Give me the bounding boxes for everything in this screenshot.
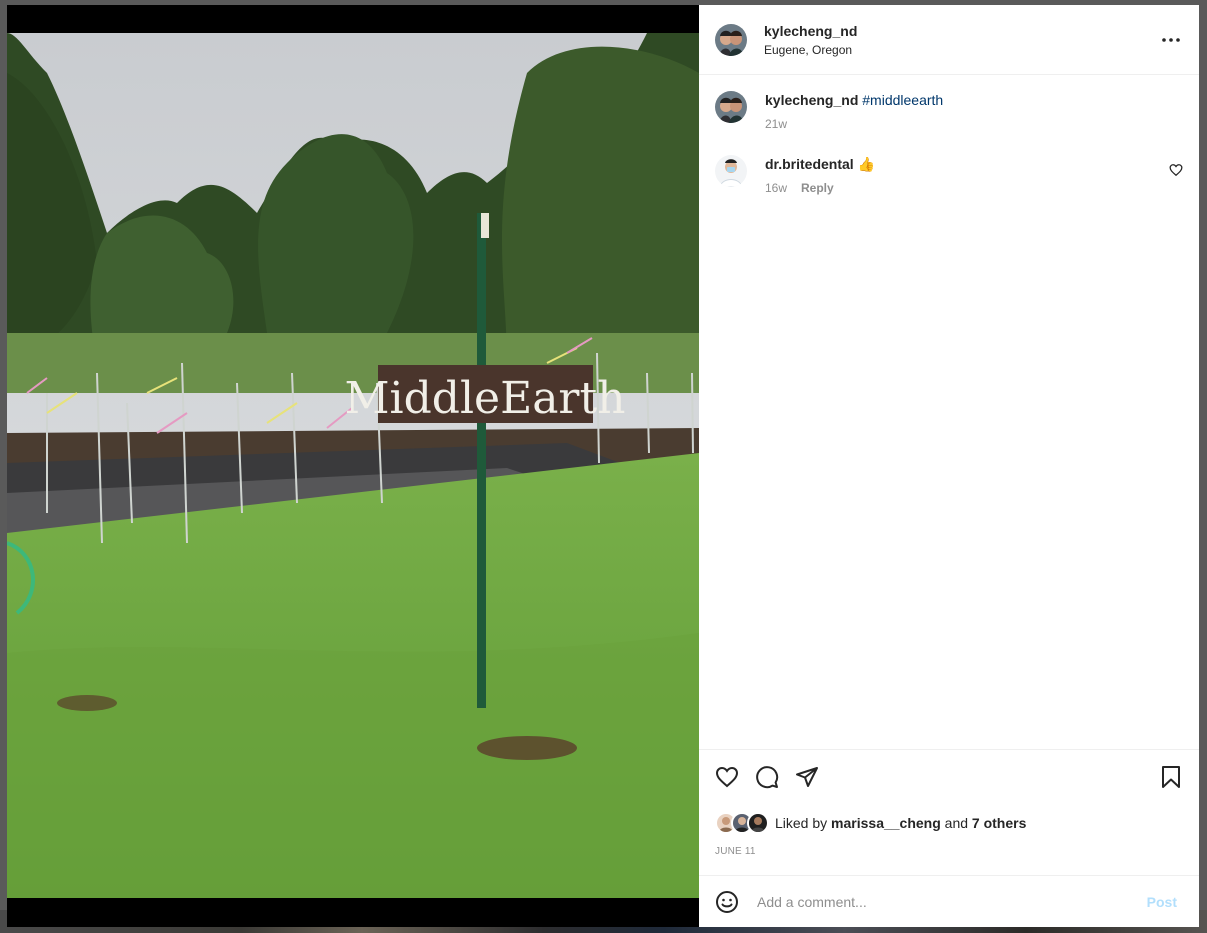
post-header: kylecheng_nd Eugene, Oregon — [699, 5, 1199, 75]
liker-avatars[interactable] — [715, 812, 769, 834]
heart-icon[interactable] — [715, 765, 739, 789]
post-actions-section: Liked by marissa__cheng and 7 others JUN… — [699, 749, 1199, 875]
comment-username[interactable]: kylecheng_nd — [765, 92, 858, 108]
comments-list: kylecheng_nd #middleearth 21w dr.britede… — [699, 75, 1199, 749]
sign-text: MiddleEarth — [345, 373, 626, 424]
more-options-icon[interactable] — [1159, 28, 1183, 52]
post-comment-button[interactable]: Post — [1141, 893, 1183, 911]
hashtag-link[interactable]: #middleearth — [862, 92, 943, 108]
comment-time[interactable]: 21w — [765, 117, 787, 131]
comment-time[interactable]: 16w — [765, 181, 787, 195]
post-modal: MiddleEarth kylecheng_nd Eugene, Oregon … — [7, 5, 1199, 927]
action-bar — [715, 750, 1183, 804]
liker-avatar — [747, 812, 769, 834]
reply-button[interactable]: Reply — [801, 181, 834, 195]
liker-username[interactable]: marissa__cheng — [831, 815, 941, 831]
post-details-panel: kylecheng_nd Eugene, Oregon kylecheng_nd… — [699, 5, 1199, 927]
likes-prefix: Liked by — [775, 815, 828, 831]
author-username[interactable]: kylecheng_nd — [764, 23, 857, 39]
share-icon[interactable] — [795, 765, 819, 789]
comment-input[interactable] — [755, 892, 1141, 911]
comment-text: 👍 — [857, 156, 876, 172]
comment-composer: Post — [699, 875, 1199, 927]
likes-others-link[interactable]: 7 others — [972, 815, 1026, 831]
comment-username[interactable]: dr.britedental — [765, 156, 854, 172]
likes-summary: Liked by marissa__cheng and 7 others — [715, 812, 1183, 834]
comment-item: dr.britedental 👍 16w Reply — [715, 155, 1183, 195]
post-media[interactable]: MiddleEarth — [7, 5, 699, 927]
author-info: kylecheng_nd Eugene, Oregon — [764, 23, 857, 57]
post-photo: MiddleEarth — [7, 33, 699, 898]
comment-icon[interactable] — [755, 765, 779, 789]
bookmark-icon[interactable] — [1159, 765, 1183, 789]
emoji-icon[interactable] — [715, 890, 739, 914]
post-date[interactable]: JUNE 11 — [715, 846, 1183, 857]
commenter-avatar[interactable] — [715, 155, 747, 187]
commenter-avatar[interactable] — [715, 91, 747, 123]
author-avatar[interactable] — [715, 23, 747, 56]
caption: kylecheng_nd #middleearth 21w — [715, 91, 1183, 131]
likes-joiner: and — [944, 815, 969, 831]
post-location[interactable]: Eugene, Oregon — [764, 43, 857, 57]
comment-heart-icon[interactable] — [1169, 163, 1183, 177]
